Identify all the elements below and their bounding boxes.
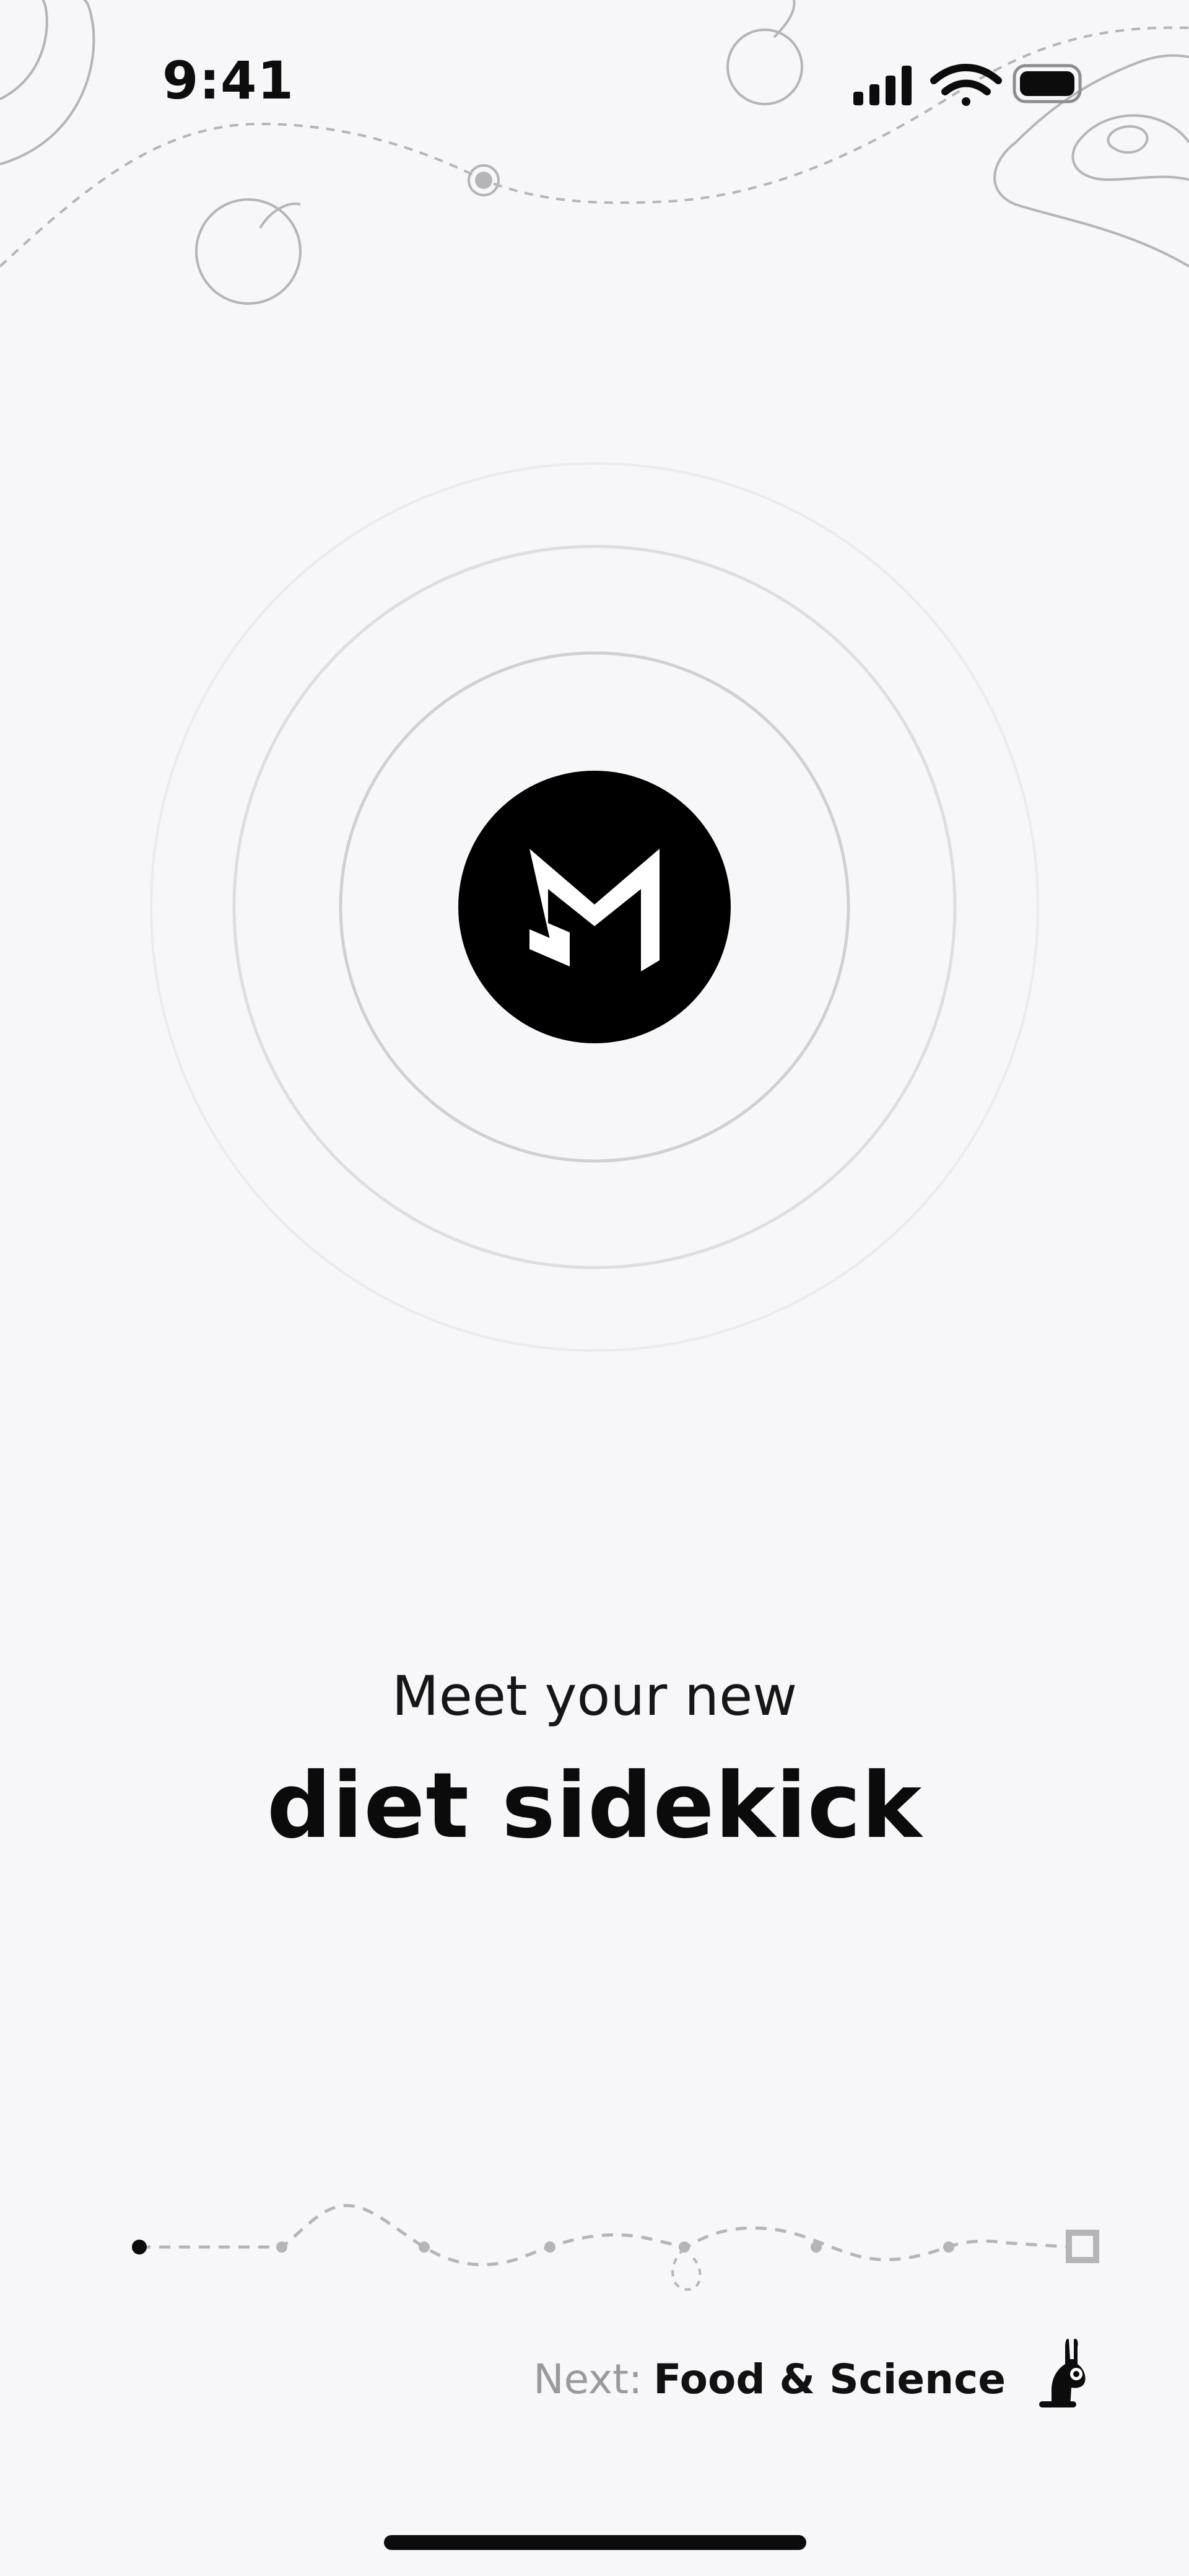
logo-rings (150, 462, 1039, 1352)
signal-icon (853, 66, 912, 105)
mascot-icon[interactable] (1033, 2334, 1089, 2409)
onboarding-progress-path (132, 2204, 1099, 2291)
next-prefix: Next: (533, 2355, 643, 2403)
square-end-icon (1066, 2230, 1099, 2263)
progress-current-dot (132, 2240, 147, 2254)
decorative-top-lineart (0, 0, 1189, 305)
headline-subtitle: Meet your new (391, 1664, 798, 1728)
headline-title: diet sidekick (266, 1753, 923, 1859)
home-indicator[interactable] (384, 2535, 806, 2550)
next-step-link[interactable]: Next: Food & Science (533, 2359, 1006, 2400)
status-time: 9:41 (162, 50, 294, 111)
battery-icon (1013, 64, 1082, 103)
m-logo-icon (458, 771, 731, 1043)
status-icons (853, 64, 1082, 106)
next-title: Food & Science (653, 2355, 1006, 2403)
wifi-icon (930, 64, 1002, 106)
